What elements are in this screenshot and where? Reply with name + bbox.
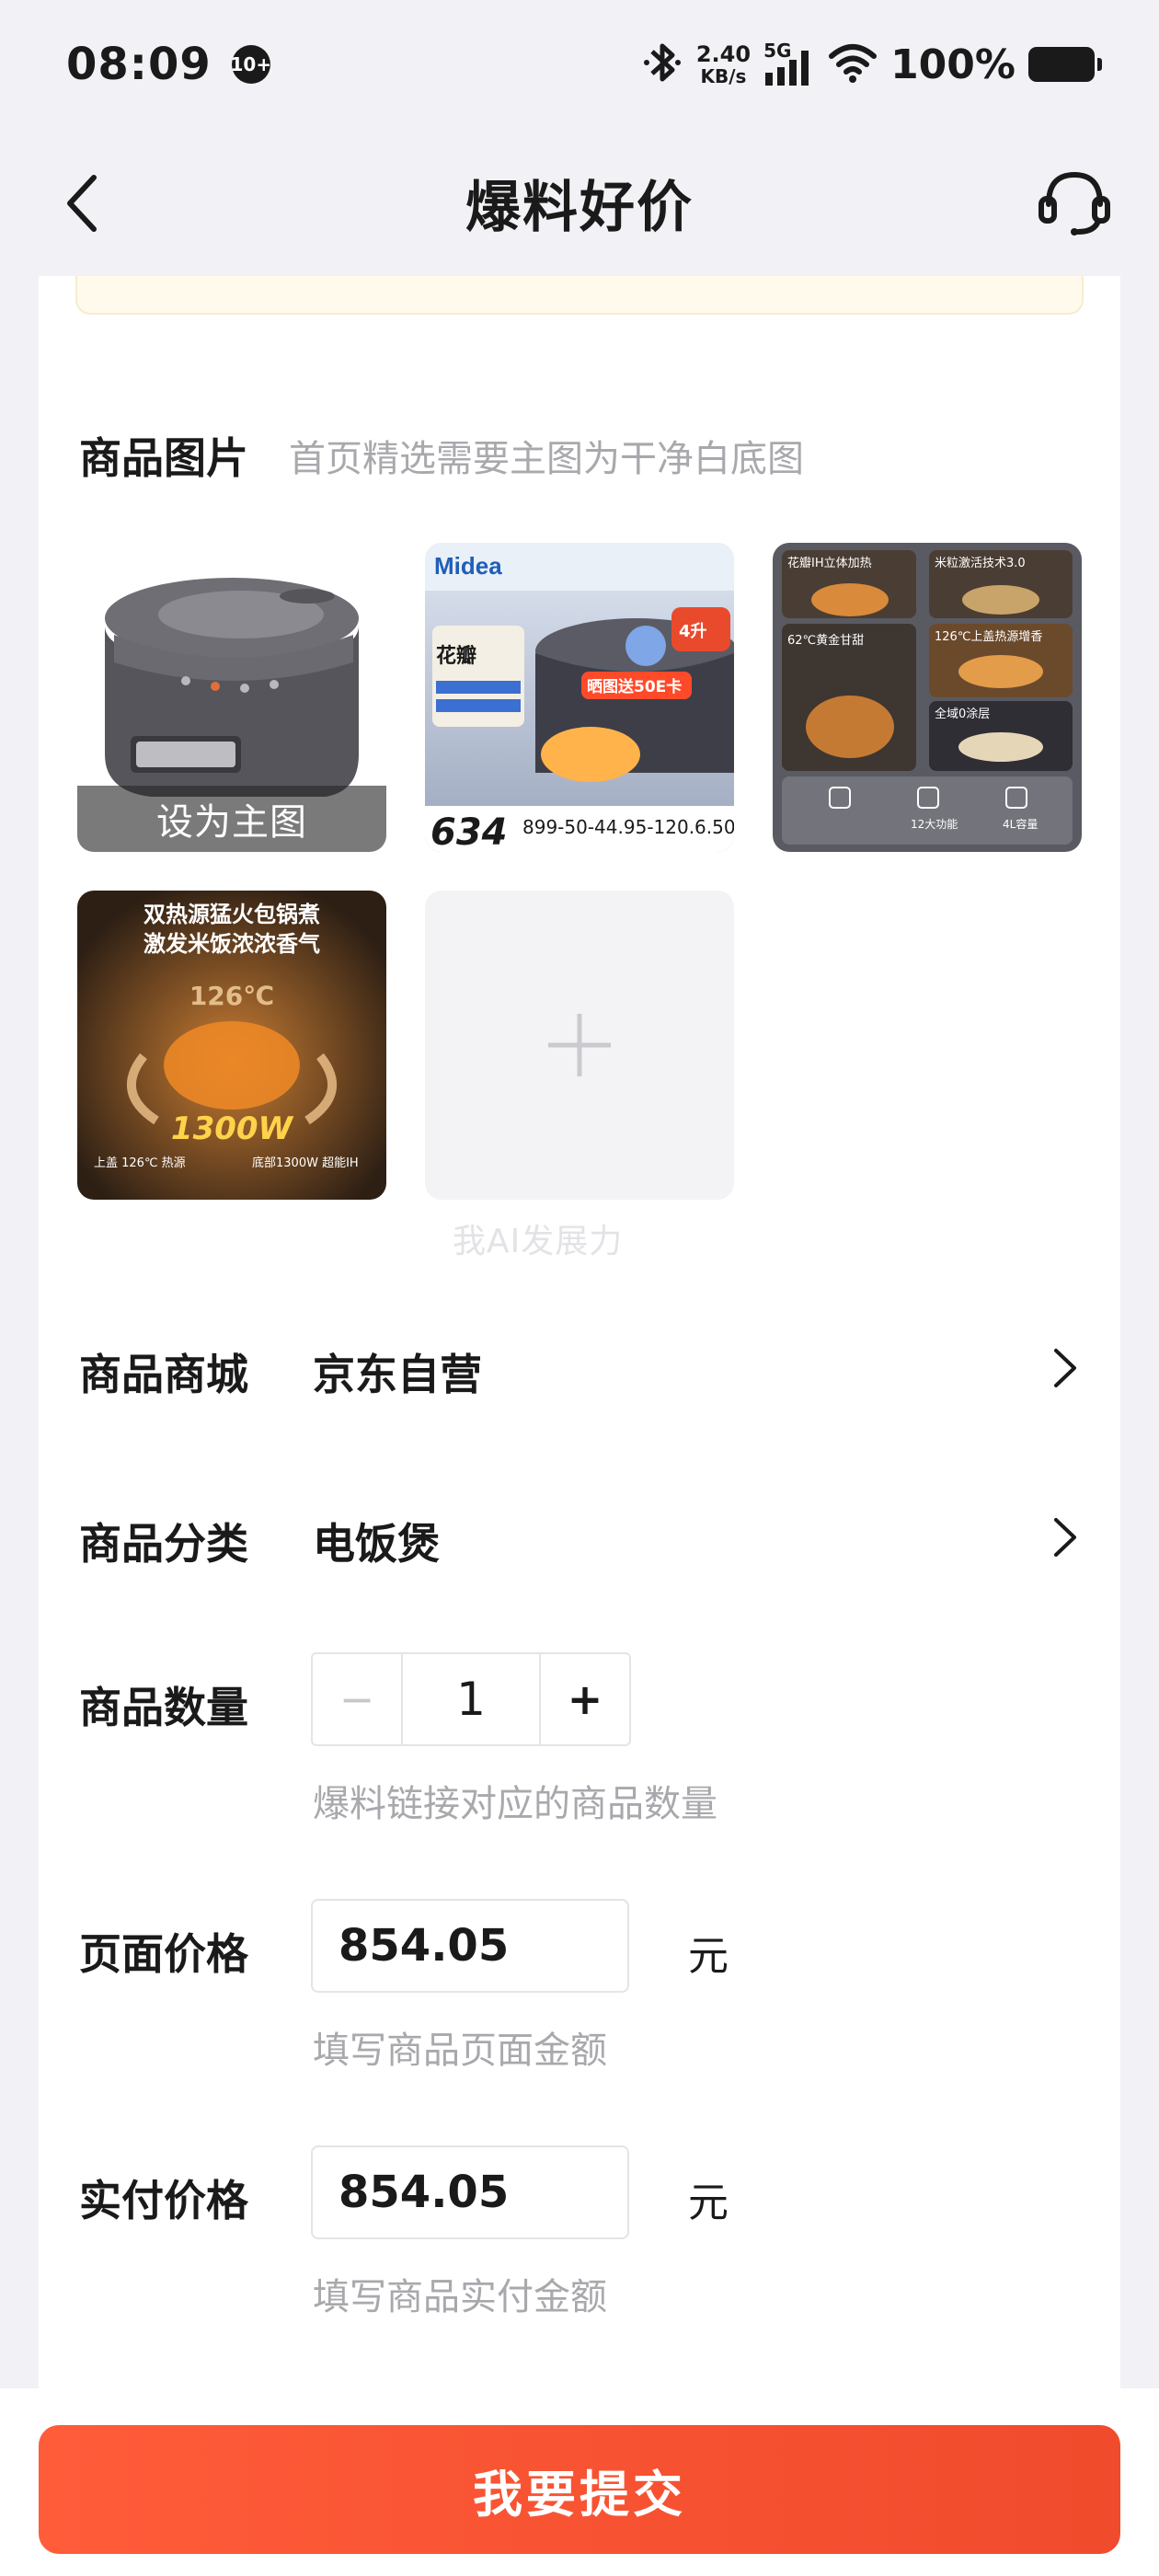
paid-price-row: 实付价格 元 填写商品实付金额 xyxy=(79,2145,1082,2339)
clock: 08:09 xyxy=(66,39,212,90)
midea-logo: Midea xyxy=(434,552,502,580)
page-price-input[interactable] xyxy=(311,1899,629,1993)
page-price-hint: 填写商品页面金额 xyxy=(313,2030,607,2072)
quantity-row: 商品数量 − 1 + 爆料链接对应的商品数量 xyxy=(79,1652,1082,1846)
svg-text:激发米饭浓浓香气: 激发米饭浓浓香气 xyxy=(143,931,320,957)
quantity-label: 商品数量 xyxy=(79,1683,248,1732)
images-section-hint: 首页精选需要主图为干净白底图 xyxy=(289,438,804,480)
mall-label: 商品商城 xyxy=(79,1350,248,1399)
images-section-title: 商品图片 xyxy=(79,433,248,483)
wifi-icon xyxy=(828,41,878,87)
paid-price-input[interactable] xyxy=(311,2145,629,2239)
bluetooth-icon xyxy=(643,39,683,90)
back-button[interactable] xyxy=(55,171,110,236)
quantity-hint: 爆料链接对应的商品数量 xyxy=(313,1783,717,1825)
product-image-3[interactable]: 花瓣IH立体加热 米粒激活技术3.0 62℃黄金甘甜 126℃上盖热源增香 全域… xyxy=(773,543,1082,852)
network-speed: 2.40 KB/s xyxy=(695,41,752,87)
svg-text:晒图送50E卡: 晒图送50E卡 xyxy=(587,677,682,696)
paid-price-hint: 填写商品实付金额 xyxy=(313,2276,607,2318)
notification-badge: 10+ xyxy=(231,45,271,84)
svg-text:1300W: 1300W xyxy=(171,1110,294,1147)
svg-text:62℃黄金甘甜: 62℃黄金甘甜 xyxy=(787,633,864,648)
category-row[interactable]: 商品分类 电饭煲 xyxy=(79,1501,1082,1575)
add-image-button[interactable] xyxy=(425,891,734,1200)
quantity-minus-button[interactable]: − xyxy=(313,1654,403,1744)
customer-service-button[interactable] xyxy=(1038,166,1111,239)
category-label: 商品分类 xyxy=(79,1519,248,1569)
page-price-label: 页面价格 xyxy=(79,1929,248,1979)
set-main-image-button[interactable]: 设为主图 xyxy=(77,786,386,852)
notice-strip xyxy=(75,276,1084,315)
product-image-1[interactable]: 设为主图 xyxy=(77,543,386,852)
nav-bar: 爆料好价 xyxy=(0,129,1159,276)
svg-text:米粒激活技术3.0: 米粒激活技术3.0 xyxy=(935,557,1026,570)
page-price-unit: 元 xyxy=(688,1933,729,1980)
svg-text:899-50-44.95-120.6.50: 899-50-44.95-120.6.50 xyxy=(522,816,734,838)
battery-icon xyxy=(1028,47,1102,82)
svg-text:花瓣: 花瓣 xyxy=(436,644,476,668)
page-price-row: 页面价格 元 填写商品页面金额 xyxy=(79,1899,1082,2092)
category-value: 电饭煲 xyxy=(313,1519,440,1569)
bottom-bar: 我要提交 xyxy=(0,2388,1159,2576)
svg-text:126℃: 126℃ xyxy=(189,981,274,1011)
chevron-right-icon xyxy=(1054,1518,1076,1557)
form-card: 商品图片 首页精选需要主图为干净白底图 设为主图 Midea 花瓣 4升 晒图送… xyxy=(39,276,1120,2388)
svg-text:4L容量: 4L容量 xyxy=(1003,817,1038,831)
status-bar: 08:09 10+ 2.40 KB/s 5G 100% xyxy=(0,0,1159,129)
chevron-left-icon xyxy=(67,175,97,232)
svg-text:花瓣IH立体加热: 花瓣IH立体加热 xyxy=(787,556,872,570)
paid-price-unit: 元 xyxy=(688,2179,729,2226)
svg-text:底部1300W 超能IH: 底部1300W 超能IH xyxy=(252,1156,359,1170)
watermark-text: 我AI发展力 xyxy=(453,1223,624,1260)
chevron-right-icon xyxy=(1054,1349,1076,1387)
paid-price-label: 实付价格 xyxy=(79,2176,248,2225)
mall-value: 京东自营 xyxy=(313,1350,482,1399)
quantity-value[interactable]: 1 xyxy=(403,1654,539,1744)
product-image-2[interactable]: Midea 花瓣 4升 晒图送50E卡 634 899-50-44.95-120… xyxy=(425,543,734,852)
images-section-header: 商品图片 首页精选需要主图为干净白底图 xyxy=(79,425,804,486)
plus-icon xyxy=(548,1014,611,1076)
battery-percent: 100% xyxy=(890,40,1016,88)
svg-text:全域0涂层: 全域0涂层 xyxy=(935,707,990,721)
cellular-signal-icon: 5G xyxy=(763,40,815,87)
headset-icon xyxy=(1039,171,1110,236)
quantity-stepper: − 1 + xyxy=(311,1652,631,1746)
quantity-plus-button[interactable]: + xyxy=(539,1654,629,1744)
svg-text:上盖 126℃ 热源: 上盖 126℃ 热源 xyxy=(94,1156,186,1170)
product-image-4[interactable]: 双热源猛火包锅煮 激发米饭浓浓香气 126℃ 1300W 上盖 126℃ 热源 … xyxy=(77,891,386,1200)
mall-row[interactable]: 商品商城 京东自营 xyxy=(79,1332,1082,1406)
svg-text:126℃上盖热源增香: 126℃上盖热源增香 xyxy=(935,630,1042,644)
submit-button[interactable]: 我要提交 xyxy=(39,2425,1120,2554)
svg-text:634: 634 xyxy=(430,811,508,852)
svg-text:4升: 4升 xyxy=(679,622,707,641)
page-title: 爆料好价 xyxy=(465,175,694,240)
svg-text:双热源猛火包锅煮: 双热源猛火包锅煮 xyxy=(143,902,320,927)
svg-text:12大功能: 12大功能 xyxy=(911,818,958,831)
